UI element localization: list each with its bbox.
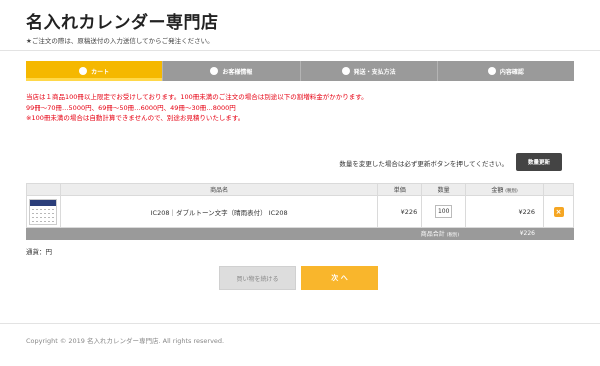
product-thumbnail-cell <box>26 195 61 228</box>
step-indicator-icon <box>341 67 350 75</box>
next-button[interactable]: 次 へ <box>301 266 378 290</box>
footer-divider <box>0 323 600 324</box>
step-shipping-payment: 発送・支払方法 <box>299 61 437 81</box>
copyright: Copyright © 2019 名入れカレンダー専門店. All rights… <box>26 337 225 345</box>
step-label: 内容確認 <box>499 68 524 76</box>
step-cart: カート <box>26 61 163 81</box>
product-name[interactable]: IC208｜ダブルトーン文字（晴雨表付） IC208 <box>59 195 379 228</box>
unit-price: ¥226 <box>377 195 423 228</box>
remove-header <box>543 183 574 196</box>
header-divider <box>0 50 600 51</box>
quantity-input[interactable] <box>435 205 453 218</box>
close-icon[interactable]: × <box>553 206 564 217</box>
step-indicator-icon <box>487 67 496 75</box>
warning-line: ※100冊未満の場合は自動計算できませんので、別途お見積りいたします。 <box>26 114 245 122</box>
table-row: IC208｜ダブルトーン文字（晴雨表付） IC208 ¥226 ¥226 × <box>26 195 574 228</box>
quantity-update-note: 数量を変更した場合は必ず更新ボタンを押してください。 <box>339 160 508 168</box>
step-confirm: 内容確認 <box>436 61 574 81</box>
step-label: カート <box>91 68 110 76</box>
currency-label: 通貨：円 <box>26 248 52 256</box>
subtotal-label: 商品合計 <box>420 231 445 238</box>
checkout-steps: カート お客様情報 発送・支払方法 内容確認 <box>26 61 574 81</box>
shop-title[interactable]: 名入れカレンダー専門店 <box>26 8 219 33</box>
quantity-header: 数量 <box>421 183 467 196</box>
subtotal-value: ¥226 <box>465 227 545 240</box>
step-indicator-icon <box>210 67 219 75</box>
remove-cell: × <box>543 195 574 228</box>
product-header: 商品名 <box>59 183 379 196</box>
thumbnail-header <box>26 183 61 196</box>
update-quantity-button[interactable]: 数量更新 <box>516 153 562 171</box>
product-thumbnail[interactable] <box>29 198 58 225</box>
step-indicator-icon <box>79 67 88 75</box>
continue-shopping-button[interactable]: 買い物を続ける <box>219 266 296 290</box>
line-amount: ¥226 <box>465 195 545 228</box>
warning-line: 当店は１商品100冊以上限定でお受けしております。100冊未満のご注文の場合は別… <box>26 93 368 101</box>
step-label: 発送・支払方法 <box>353 68 396 76</box>
subtotal-label-cell: 商品合計 (税別) <box>25 227 467 240</box>
subtotal-row: 商品合計 (税別) ¥226 <box>25 227 574 240</box>
tax-note: (税別) <box>505 189 518 194</box>
subtotal-tax-note: (税別) <box>446 233 460 238</box>
step-customer-info: お客様情報 <box>162 61 299 81</box>
cart-header-row: 商品名 単価 数量 金額 (税別) <box>26 183 574 196</box>
amount-header: 金額 (税別) <box>465 183 545 196</box>
surcharge-warning: 当店は１商品100冊以上限定でお受けしております。100冊未満のご注文の場合は別… <box>26 92 368 124</box>
amount-header-label: 金額 <box>491 187 504 194</box>
unit-price-header: 単価 <box>377 183 423 196</box>
order-notice: ★ご注文の際は、原稿送付の入力送信してからご発注ください。 <box>26 37 214 45</box>
step-label: お客様情報 <box>222 68 253 76</box>
cart-table: 商品名 単価 数量 金額 (税別) IC208｜ダブルトーン文字（晴雨表付） I… <box>25 183 574 240</box>
quantity-cell <box>421 195 467 228</box>
warning-line: 99冊〜70冊…5000円、69冊〜50冊…6000円、49冊〜30冊…8000… <box>26 103 236 112</box>
subtotal-blank <box>543 227 574 240</box>
